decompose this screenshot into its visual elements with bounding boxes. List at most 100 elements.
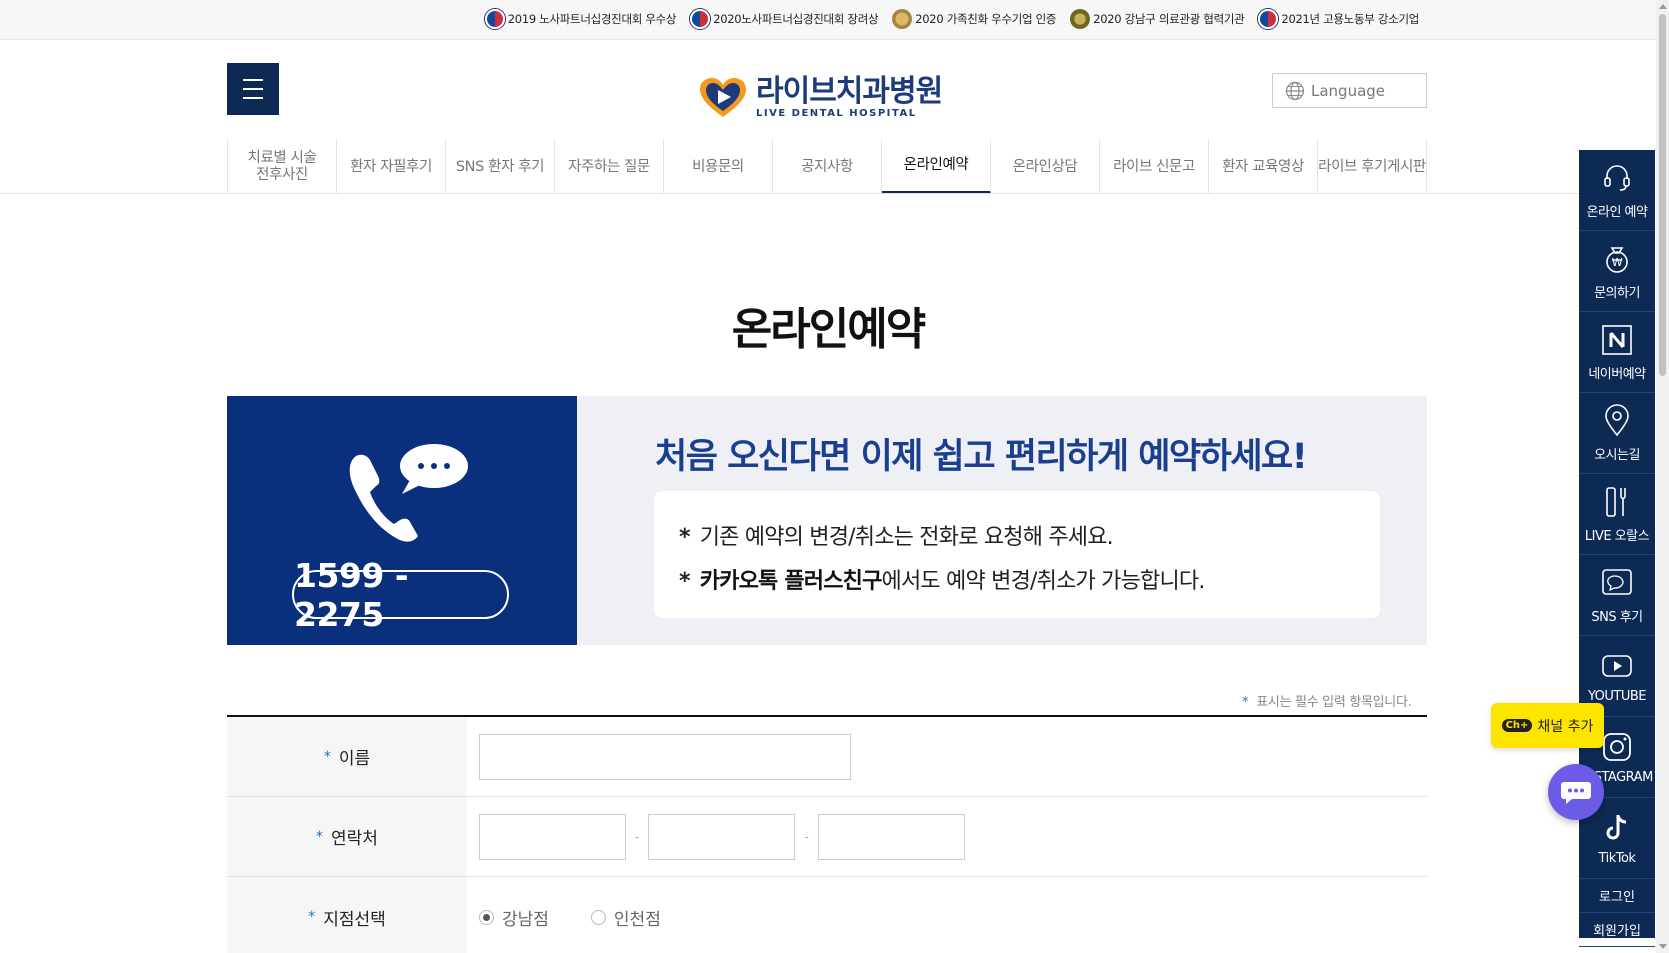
hamburger-icon [243, 79, 263, 81]
award-list: 2019 노사파트너십경진대회 우수상 2020노사파트너십경진대회 장려상 2… [484, 9, 1419, 29]
quick-signup[interactable]: 회원가입 [1579, 913, 1655, 947]
award-item: 2019 노사파트너십경진대회 우수상 [484, 9, 677, 29]
chat-bubble-icon [1561, 782, 1591, 804]
korea-emblem-icon [1258, 9, 1279, 29]
nav-item-review-board[interactable]: 라이브 후기게시판 [1318, 140, 1427, 194]
instagram-icon [1603, 732, 1631, 761]
banner-notes: * 기존 예약의 변경/취소는 전화로 요청해 주세요. * 카카오톡 플러스친구에… [654, 491, 1380, 618]
quick-login[interactable]: 로그인 [1579, 879, 1655, 913]
form-row-phone: * 연락처 - - [227, 797, 1427, 877]
nav-item-online-consult[interactable]: 온라인상담 [991, 140, 1100, 194]
award-text: 2020 가족친화 우수기업 인증 [915, 12, 1057, 26]
main-nav: 치료별 시술 전후사진 환자 자필후기 SNS 환자 후기 자주하는 질문 비용… [227, 140, 1427, 194]
nav-item-faq[interactable]: 자주하는 질문 [555, 140, 664, 194]
radio-circle[interactable] [479, 909, 494, 925]
language-label: Language [1311, 81, 1386, 100]
phone-call-icon [349, 444, 468, 542]
award-item: 2020 강남구 의료관광 협력기관 [1070, 9, 1245, 29]
quick-label: LIVE 오랄스 [1584, 528, 1650, 544]
phone-input-2[interactable] [648, 813, 796, 860]
korea-emblem-icon [690, 9, 711, 29]
scroll-thumb[interactable] [1659, 14, 1666, 376]
form-row-name: * 이름 [227, 717, 1427, 797]
nav-item-patient-reviews[interactable]: 환자 자필후기 [337, 140, 446, 194]
tiktok-icon [1606, 814, 1627, 839]
required-note: * 표시는 필수 입력 항목입니다. [1242, 691, 1412, 710]
phone-input-1[interactable] [479, 813, 626, 860]
phone-label: 연락처 [331, 829, 378, 849]
nav-item-complaint[interactable]: 라이브 신문고 [1100, 140, 1209, 194]
form-label: * 이름 [227, 717, 467, 796]
award-text: 2021년 고용노동부 강소기업 [1281, 12, 1419, 26]
hamburger-menu-button[interactable] [227, 63, 279, 115]
site-header: 라이브치과병원 LIVE DENTAL HOSPITAL Language [0, 40, 1669, 140]
form-field: - - [467, 797, 1427, 876]
award-bar: 2019 노사파트너십경진대회 우수상 2020노사파트너십경진대회 장려상 2… [0, 0, 1669, 40]
page-scrollbar[interactable] [1656, 0, 1669, 953]
korea-emblem-icon [484, 9, 505, 29]
scroll-down-arrow-icon[interactable] [1659, 944, 1667, 949]
nav-item-before-after[interactable]: 치료별 시술 전후사진 [228, 140, 337, 194]
phone-input-3[interactable] [817, 813, 965, 860]
quick-menu-bar: 온라인 예약 ₩ 문의하기 네이버예약 오시는길 LIVE 오랄스 SNS 후기… [1579, 150, 1655, 947]
note-text: 기존 예약의 변경/취소는 전화로 요청해 주세요. [699, 525, 1114, 550]
required-mark: * [316, 828, 324, 845]
award-item: 2021년 고용노동부 강소기업 [1258, 9, 1419, 29]
form-row-branch: * 지점선택 강남점 인천점 [227, 877, 1427, 953]
nav-divider [0, 193, 1669, 194]
form-label: * 지점선택 [227, 877, 467, 953]
quick-label: TikTok [1598, 850, 1636, 866]
quick-label: 오시는길 [1594, 447, 1640, 463]
quick-live-orals[interactable]: LIVE 오랄스 [1579, 474, 1655, 555]
required-mark: * [323, 748, 331, 765]
phone-number[interactable]: 1599 - 2275 [292, 556, 509, 634]
nav-item-online-reservation[interactable]: 온라인예약 [882, 140, 991, 194]
quick-naver-reservation[interactable]: 네이버예약 [1579, 312, 1655, 393]
quick-inquiry[interactable]: ₩ 문의하기 [1579, 231, 1655, 312]
nav-item-notice[interactable]: 공지사항 [773, 140, 882, 194]
branch-radio-incheon[interactable]: 인천점 [590, 905, 661, 930]
name-input[interactable] [479, 733, 851, 780]
note-bold-text: 카카오톡 플러스친구 [699, 569, 883, 594]
reservation-form: * 이름 * 연락처 - - * 지점선택 강남점 인천점 [227, 715, 1427, 953]
award-item: 2020노사파트너십경진대회 장려상 [690, 9, 879, 29]
nav-item-sns-reviews[interactable]: SNS 환자 후기 [446, 140, 555, 194]
page-title: 온라인예약 [731, 304, 926, 355]
reservation-banner: 1599 - 2275 처음 오신다면 이제 쉽고 편리하게 예약하세요! * 기… [227, 396, 1427, 645]
quick-label: SNS 후기 [1591, 609, 1643, 625]
site-logo[interactable]: 라이브치과병원 LIVE DENTAL HOSPITAL [698, 76, 943, 119]
svg-text:₩: ₩ [1612, 256, 1623, 269]
hamburger-icon [243, 88, 263, 90]
nav-item-education-video[interactable]: 환자 교육영상 [1209, 140, 1318, 194]
award-item: 2020 가족친화 우수기업 인증 [892, 9, 1057, 29]
chat-button[interactable] [1548, 764, 1604, 820]
branch-option-label: 강남점 [502, 909, 549, 930]
quick-sns-reviews[interactable]: SNS 후기 [1579, 555, 1655, 636]
kakao-channel-button[interactable]: Ch+ 채널 추가 [1491, 703, 1604, 748]
scroll-up-arrow-icon[interactable] [1659, 4, 1667, 9]
required-mark: * [308, 909, 316, 925]
award-text: 2020노사파트너십경진대회 장려상 [713, 12, 879, 26]
hamburger-icon [243, 97, 263, 99]
quick-online-reservation[interactable]: 온라인 예약 [1579, 150, 1655, 231]
gangnam-emblem-icon [1070, 9, 1091, 29]
form-field [467, 717, 1427, 796]
naver-icon [1602, 324, 1632, 355]
logo-heart-icon [700, 77, 746, 117]
radio-circle[interactable] [590, 909, 606, 925]
note-text: 에서도 예약 변경/취소가 가능합니다. [881, 569, 1206, 594]
nav-item-cost-inquiry[interactable]: 비용문의 [664, 140, 773, 194]
branch-label: 지점선택 [323, 909, 386, 930]
language-selector[interactable]: Language [1272, 73, 1427, 108]
name-label: 이름 [338, 749, 371, 769]
quick-directions[interactable]: 오시는길 [1579, 393, 1655, 474]
headset-icon [1604, 164, 1630, 191]
globe-icon [1285, 81, 1305, 100]
phone-separator: - [804, 829, 809, 844]
kakao-channel-label: 채널 추가 [1537, 718, 1594, 735]
branch-radio-gangnam[interactable]: 강남점 [479, 905, 549, 930]
award-text: 2019 노사파트너십경진대회 우수상 [507, 12, 677, 26]
note-item: * 카카오톡 플러스친구에서도 예약 변경/취소가 가능합니다. [679, 563, 1380, 595]
form-field: 강남점 인천점 [467, 877, 1427, 953]
required-mark: * [1242, 695, 1249, 710]
